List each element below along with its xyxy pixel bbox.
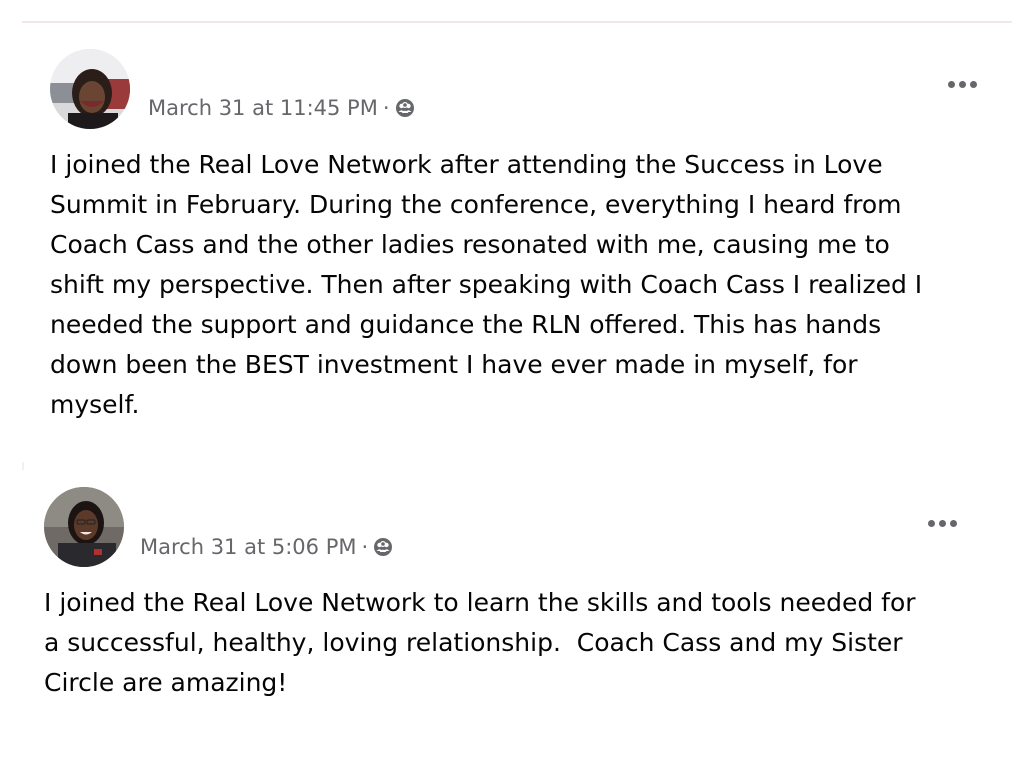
separator-dot: · [361,535,369,559]
post-meta: March 31 at 5:06 PM · [140,535,393,559]
more-options-button[interactable] [942,74,982,94]
post-separator [22,462,24,470]
timestamp-link[interactable]: March 31 at 5:06 PM [140,535,356,559]
more-options-icon [947,80,955,88]
group-icon[interactable] [373,537,393,557]
more-options-button[interactable] [922,513,962,533]
group-icon[interactable] [395,98,415,118]
avatar[interactable] [50,49,130,129]
separator-dot: · [382,96,390,120]
avatar[interactable] [44,487,124,567]
more-options-icon [927,519,935,527]
timestamp-link[interactable]: March 31 at 11:45 PM [148,96,378,120]
post-1: March 31 at 11:45 PM · I joined the Real… [0,0,1024,460]
post-meta: March 31 at 11:45 PM · [148,96,415,120]
post-text: I joined the Real Love Network to learn … [44,588,916,697]
post-2: March 31 at 5:06 PM · I joined the Real … [0,470,1024,768]
post-text: I joined the Real Love Network after att… [50,150,923,419]
